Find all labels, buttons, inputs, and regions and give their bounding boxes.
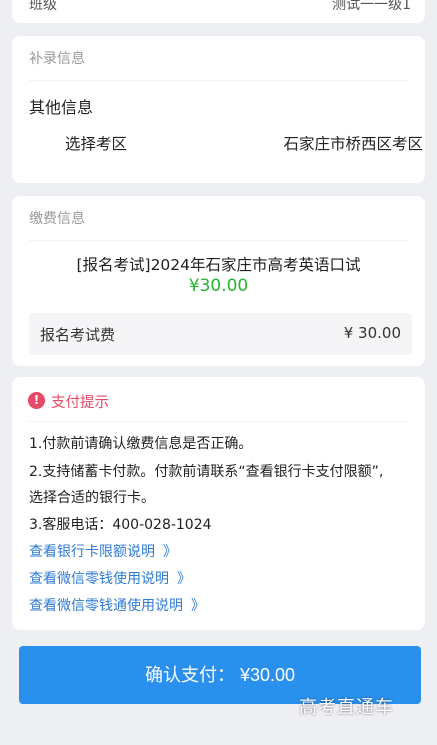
class-value: 测试一一级1 xyxy=(332,0,411,13)
tip-line: 2.支持储蓄卡付款。付款前请联系“查看银行卡支付限额”, xyxy=(29,464,384,480)
tip-line: 选择合适的银行卡。 xyxy=(29,490,155,506)
payment-info-card: 缴费信息 [报名考试]2024年石家庄市高考英语口试 ¥30.00 报名考试费 … xyxy=(12,196,425,366)
wechat-lingqiantong-link[interactable]: 查看微信零钱通使用说明》 xyxy=(29,595,205,615)
double-chevron-right-icon: 》 xyxy=(163,544,177,560)
tips-title: 支付提示 xyxy=(51,395,109,411)
watermark: 高考直通车 xyxy=(299,697,394,718)
tip-line: 1.付款前请确认缴费信息是否正确。 xyxy=(29,436,253,452)
fee-value: ¥ 30.00 xyxy=(343,324,401,342)
fee-item-amount: ¥30.00 xyxy=(188,276,249,296)
link-label: 查看微信零钱通使用说明 xyxy=(29,598,183,614)
wechat-change-link[interactable]: 查看微信零钱使用说明》 xyxy=(29,568,191,588)
divider xyxy=(29,421,408,422)
supplement-section-title: 补录信息 xyxy=(29,51,85,67)
class-label: 班级 xyxy=(29,0,57,13)
other-info-heading: 其他信息 xyxy=(29,98,94,117)
double-chevron-right-icon: 》 xyxy=(191,598,205,614)
tip-line: 3.客服电话：400-028-1024 xyxy=(29,517,212,533)
payment-section-title: 缴费信息 xyxy=(29,211,85,227)
double-chevron-right-icon: 》 xyxy=(177,571,191,587)
exam-area-select[interactable]: 石家庄市桥西区考区 xyxy=(283,132,423,154)
supplement-info-card: 补录信息 其他信息 选择考区 石家庄市桥西区考区 xyxy=(12,36,425,183)
fee-label: 报名考试费 xyxy=(40,326,116,344)
payment-tips-card: ! 支付提示 1.付款前请确认缴费信息是否正确。 2.支持储蓄卡付款。付款前请联… xyxy=(12,377,425,630)
exclamation-circle-icon: ! xyxy=(28,392,45,409)
link-label: 查看银行卡限额说明 xyxy=(29,544,155,560)
divider xyxy=(29,80,408,81)
link-label: 查看微信零钱使用说明 xyxy=(29,571,169,587)
divider xyxy=(29,240,408,241)
bank-card-limit-link[interactable]: 查看银行卡限额说明》 xyxy=(29,541,177,561)
fee-item-title: [报名考试]2024年石家庄市高考英语口试 xyxy=(76,256,361,274)
class-info-card: 班级 测试一一级1 xyxy=(12,0,425,23)
exam-area-label: 选择考区 xyxy=(65,135,128,153)
fee-row: 报名考试费 ¥ 30.00 xyxy=(29,313,412,355)
